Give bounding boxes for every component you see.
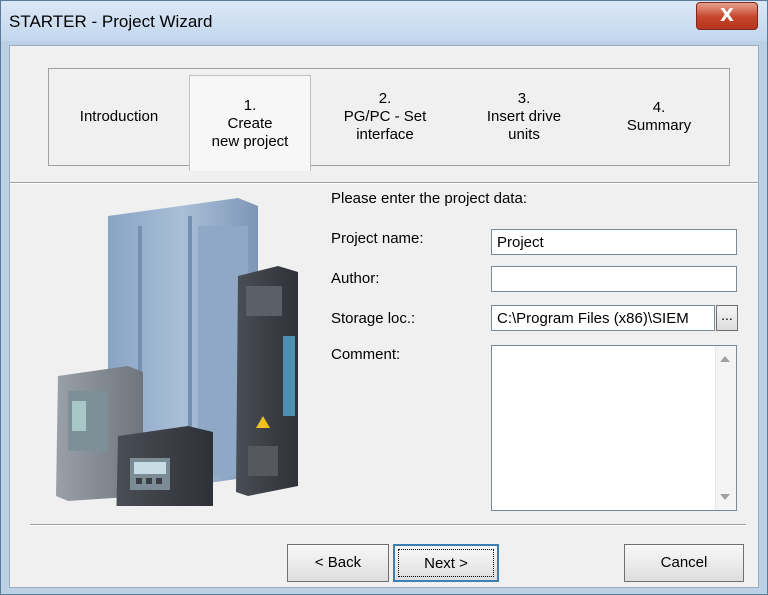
- wizard-window: STARTER - Project Wizard X Introduction …: [0, 0, 768, 595]
- step-number: 1.: [243, 96, 257, 114]
- project-name-label: Project name:: [331, 230, 424, 247]
- step-label: PG/PC - Set: [343, 108, 427, 125]
- author-label: Author:: [331, 270, 380, 287]
- browse-button[interactable]: ...: [716, 305, 738, 331]
- form-prompt: Please enter the project data:: [331, 190, 527, 207]
- bottom-divider: [30, 524, 746, 526]
- step-summary: 4. Summary: [589, 69, 729, 165]
- drive-products-image: [56, 198, 298, 506]
- step-number: 4.: [652, 99, 666, 116]
- close-icon: X: [720, 5, 734, 26]
- comment-label: Comment:: [331, 346, 401, 363]
- storage-location-input[interactable]: C:\Program Files (x86)\SIEM: [491, 305, 715, 331]
- step-number: 2.: [378, 90, 392, 107]
- back-button[interactable]: < Back: [287, 544, 389, 582]
- title-bar[interactable]: STARTER - Project Wizard X: [1, 1, 767, 41]
- step-label: new project: [211, 132, 289, 150]
- comment-textarea[interactable]: [491, 345, 737, 511]
- cancel-button[interactable]: Cancel: [624, 544, 744, 582]
- step-number: 3.: [517, 90, 531, 107]
- step-label: Introduction: [79, 108, 159, 125]
- top-divider: [10, 182, 758, 184]
- scroll-down-icon[interactable]: [720, 494, 730, 500]
- close-button[interactable]: X: [696, 2, 758, 30]
- storage-location-label: Storage loc.:: [331, 310, 416, 327]
- wizard-steps: Introduction 1. Create new project 2. PG…: [48, 68, 730, 171]
- step-introduction: Introduction: [49, 69, 189, 165]
- scroll-up-icon[interactable]: [720, 356, 730, 362]
- step-label: Summary: [626, 117, 692, 134]
- step-create-new-project: 1. Create new project: [189, 75, 311, 171]
- focus-rectangle: [398, 549, 494, 577]
- step-label: interface: [356, 126, 414, 143]
- author-input[interactable]: [491, 266, 737, 292]
- step-insert-drive-units: 3. Insert drive units: [459, 69, 589, 165]
- project-name-input[interactable]: Project: [491, 229, 737, 255]
- comment-scrollbar[interactable]: [715, 346, 736, 510]
- step-label: Insert drive: [486, 108, 562, 125]
- dialog-client-area: Introduction 1. Create new project 2. PG…: [9, 45, 759, 588]
- step-label: units: [508, 126, 540, 143]
- step-set-interface: 2. PG/PC - Set interface: [311, 69, 459, 165]
- window-title: STARTER - Project Wizard: [9, 12, 213, 31]
- next-button[interactable]: Next >: [393, 544, 499, 582]
- step-label: Create: [227, 114, 273, 132]
